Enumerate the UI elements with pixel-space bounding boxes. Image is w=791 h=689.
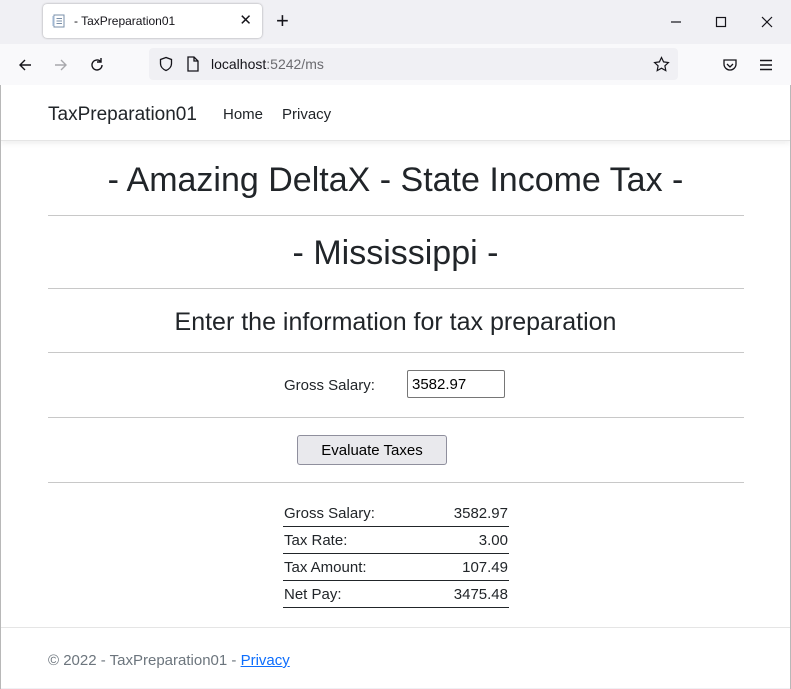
- site-navbar: TaxPreparation01 Home Privacy: [1, 85, 790, 141]
- page-title: - Amazing DeltaX - State Income Tax -: [107, 161, 684, 199]
- reload-icon[interactable]: [86, 54, 108, 76]
- evaluate-taxes-button[interactable]: Evaluate Taxes: [297, 435, 447, 465]
- url-host: localhost: [211, 56, 267, 72]
- browser-tab-strip: - TaxPreparation01 ✕ +: [0, 0, 791, 44]
- result-label: Tax Amount:: [283, 553, 424, 581]
- nav-link-home[interactable]: Home: [223, 106, 263, 123]
- results-table: Gross Salary: 3582.97 Tax Rate: 3.00 Tax…: [283, 500, 509, 608]
- divider: [48, 352, 744, 353]
- web-page: TaxPreparation01 Home Privacy - Amazing …: [1, 85, 790, 688]
- footer-copyright: © 2022 - TaxPreparation01 -: [48, 652, 241, 669]
- close-icon[interactable]: [757, 12, 777, 32]
- page-icon: [52, 14, 65, 28]
- shield-icon[interactable]: [158, 56, 174, 72]
- hamburger-menu-icon[interactable]: [755, 54, 777, 76]
- table-row: Tax Rate: 3.00: [283, 526, 509, 554]
- gross-salary-input[interactable]: [407, 370, 505, 398]
- result-value: 3.00: [423, 526, 509, 554]
- arrow-left-icon[interactable]: [14, 54, 36, 76]
- new-tab-button[interactable]: +: [276, 10, 289, 32]
- table-row: Gross Salary: 3582.97: [283, 500, 509, 527]
- url-text[interactable]: localhost:5242/ms: [211, 56, 324, 72]
- instruction-heading: Enter the information for tax preparatio…: [174, 308, 617, 336]
- site-footer: © 2022 - TaxPreparation01 - Privacy: [1, 627, 790, 688]
- result-label: Net Pay:: [283, 580, 424, 608]
- result-value: 3582.97: [423, 500, 509, 527]
- nav-link-privacy[interactable]: Privacy: [282, 106, 331, 123]
- footer-privacy-link[interactable]: Privacy: [241, 652, 290, 669]
- address-bar[interactable]: localhost:5242/ms: [149, 48, 678, 80]
- pocket-icon[interactable]: [719, 54, 741, 76]
- divider: [48, 215, 744, 216]
- table-row: Tax Amount: 107.49: [283, 553, 509, 581]
- tab-title: - TaxPreparation01: [74, 14, 176, 28]
- browser-toolbar: localhost:5242/ms: [0, 44, 791, 86]
- star-icon[interactable]: [653, 56, 670, 73]
- table-row: Net Pay: 3475.48: [283, 580, 509, 608]
- result-value: 3475.48: [423, 580, 509, 608]
- result-label: Gross Salary:: [283, 500, 424, 527]
- divider: [48, 482, 744, 483]
- close-tab-icon[interactable]: ✕: [239, 12, 252, 29]
- divider: [48, 417, 744, 418]
- navbar-brand[interactable]: TaxPreparation01: [48, 104, 197, 126]
- result-label: Tax Rate:: [283, 526, 424, 554]
- gross-salary-label: Gross Salary:: [284, 377, 375, 394]
- url-path: :5242/ms: [266, 56, 324, 72]
- footer-text: © 2022 - TaxPreparation01 - Privacy: [48, 652, 290, 669]
- state-title: - Mississippi -: [292, 234, 499, 272]
- browser-tab[interactable]: - TaxPreparation01 ✕: [43, 4, 262, 38]
- divider: [48, 288, 744, 289]
- minimize-icon[interactable]: [666, 12, 686, 32]
- page-icon[interactable]: [186, 56, 200, 72]
- maximize-icon[interactable]: [711, 12, 731, 32]
- arrow-right-icon[interactable]: [50, 54, 72, 76]
- result-value: 107.49: [423, 553, 509, 581]
